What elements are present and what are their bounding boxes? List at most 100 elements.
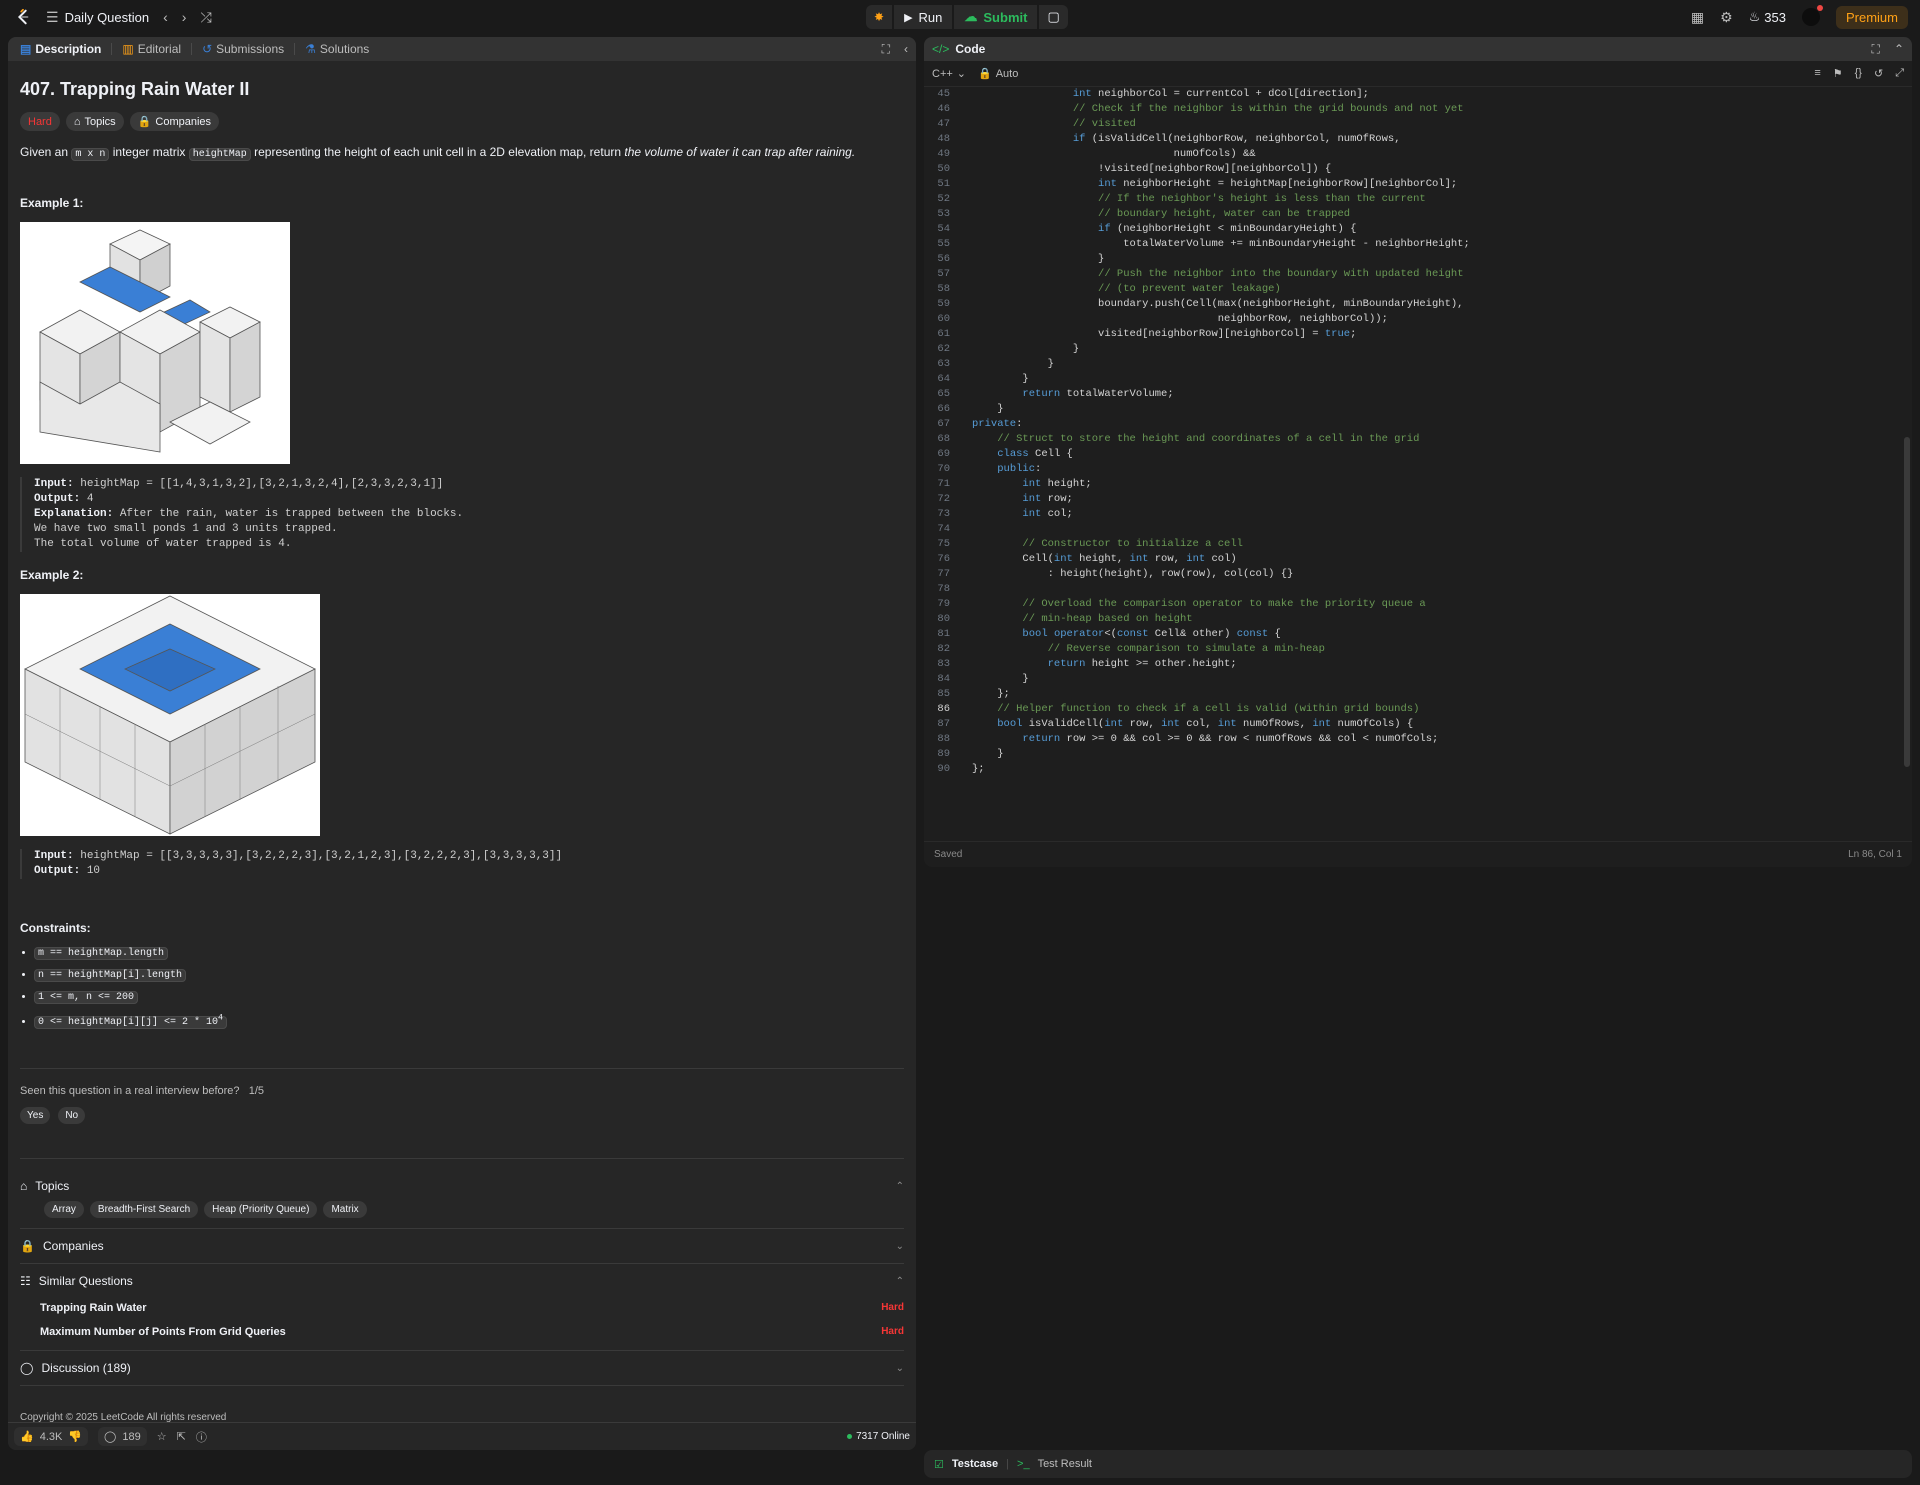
code-line[interactable]: 68 // Struct to store the height and coo…: [924, 432, 1904, 447]
thumbs-up-icon[interactable]: 👍: [20, 1430, 34, 1443]
similar-questions-accordion[interactable]: ☷ Similar Questions ⌃: [20, 1266, 904, 1296]
code-line[interactable]: 80 // min-heap based on height: [924, 612, 1904, 627]
similar-question-item[interactable]: Trapping Rain Water Hard: [20, 1296, 904, 1320]
code-line[interactable]: 90};: [924, 762, 1904, 777]
collapse-left-icon[interactable]: ‹: [904, 42, 908, 57]
code-line[interactable]: 72 int row;: [924, 492, 1904, 507]
topics-accordion[interactable]: ⌂ Topics ⌃: [20, 1171, 904, 1201]
code-line[interactable]: 81 bool operator<(const Cell& other) con…: [924, 627, 1904, 642]
code-line[interactable]: 54 if (neighborHeight < minBoundaryHeigh…: [924, 222, 1904, 237]
code-line[interactable]: 73 int col;: [924, 507, 1904, 522]
topic-tag[interactable]: Heap (Priority Queue): [204, 1201, 318, 1219]
topic-tag[interactable]: Matrix: [323, 1201, 367, 1219]
next-question-icon[interactable]: ›: [182, 9, 187, 25]
code-line[interactable]: 45 int neighborCol = currentCol + dCol[d…: [924, 87, 1904, 102]
code-line[interactable]: 84 }: [924, 672, 1904, 687]
help-icon[interactable]: ⓘ: [196, 1429, 207, 1445]
code-line[interactable]: 86 // Helper function to check if a cell…: [924, 702, 1904, 717]
code-line[interactable]: 82 // Reverse comparison to simulate a m…: [924, 642, 1904, 657]
code-line[interactable]: 57 // Push the neighbor into the boundar…: [924, 267, 1904, 282]
code-line[interactable]: 65 return totalWaterVolume;: [924, 387, 1904, 402]
code-line[interactable]: 46 // Check if the neighbor is within th…: [924, 102, 1904, 117]
tab-test-result[interactable]: Test Result: [1038, 1458, 1092, 1470]
code-line[interactable]: 63 }: [924, 357, 1904, 372]
discussion-accordion[interactable]: ◯ Discussion (189) ⌄: [20, 1353, 904, 1383]
code-line[interactable]: 70 public:: [924, 462, 1904, 477]
format-icon[interactable]: ≡: [1814, 67, 1820, 80]
notes-button[interactable]: ▢: [1039, 5, 1068, 29]
code-line[interactable]: 58 // (to prevent water leakage): [924, 282, 1904, 297]
streak-counter[interactable]: ♨ 353: [1749, 9, 1786, 25]
code-line[interactable]: 53 // boundary height, water can be trap…: [924, 207, 1904, 222]
editor-scrollbar[interactable]: [1904, 437, 1910, 767]
code-line[interactable]: 60 neighborRow, neighborCol));: [924, 312, 1904, 327]
maximize-icon[interactable]: ⛶: [882, 42, 890, 57]
code-line[interactable]: 62 }: [924, 342, 1904, 357]
no-button[interactable]: No: [58, 1107, 86, 1125]
code-line[interactable]: 47 // visited: [924, 117, 1904, 132]
code-editor[interactable]: 45 int neighborCol = currentCol + dCol[d…: [924, 87, 1904, 827]
code-line[interactable]: 51 int neighborHeight = heightMap[neighb…: [924, 177, 1904, 192]
maximize-icon[interactable]: ⛶: [1872, 42, 1880, 57]
companies-pill[interactable]: 🔒 Companies: [129, 112, 220, 131]
code-line[interactable]: 88 return row >= 0 && col >= 0 && row < …: [924, 732, 1904, 747]
premium-button[interactable]: Premium: [1835, 5, 1908, 29]
layout-grid-icon[interactable]: ▦: [1691, 9, 1704, 26]
code-line[interactable]: 52 // If the neighbor's height is less t…: [924, 192, 1904, 207]
code-line[interactable]: 64 }: [924, 372, 1904, 387]
thumbs-down-icon[interactable]: 👎: [68, 1430, 82, 1443]
code-line[interactable]: 76 Cell(int height, int row, int col): [924, 552, 1904, 567]
code-line[interactable]: 59 boundary.push(Cell(max(neighborHeight…: [924, 297, 1904, 312]
settings-gear-icon[interactable]: ⚙: [1720, 9, 1733, 26]
companies-accordion[interactable]: 🔒 Companies ⌄: [20, 1231, 904, 1261]
code-line[interactable]: 77 : height(height), row(row), col(col) …: [924, 567, 1904, 582]
daily-question-button[interactable]: ☰ Daily Question: [46, 9, 149, 26]
code-line[interactable]: 83 return height >= other.height;: [924, 657, 1904, 672]
similar-question-title[interactable]: Maximum Number of Points From Grid Queri…: [40, 1326, 286, 1338]
debug-button[interactable]: ✸: [866, 5, 893, 29]
similar-question-item[interactable]: Maximum Number of Points From Grid Queri…: [20, 1320, 904, 1344]
submit-button[interactable]: ☁ Submit: [954, 5, 1038, 29]
code-line[interactable]: 87 bool isValidCell(int row, int col, in…: [924, 717, 1904, 732]
bookmark-icon[interactable]: ⚑: [1833, 67, 1843, 80]
tab-description[interactable]: ▤ Description: [16, 42, 105, 56]
tab-solutions[interactable]: ⚗ Solutions: [301, 42, 373, 56]
code-line[interactable]: 50 !visited[neighborRow][neighborCol]) {: [924, 162, 1904, 177]
code-line[interactable]: 67 private:: [924, 417, 1904, 432]
code-line[interactable]: 75 // Constructor to initialize a cell: [924, 537, 1904, 552]
code-line[interactable]: 48 if (isValidCell(neighborRow, neighbor…: [924, 132, 1904, 147]
comments-button[interactable]: ◯ 189: [98, 1427, 147, 1446]
topics-pill[interactable]: ⌂ Topics: [65, 112, 124, 131]
code-line[interactable]: 49 numOfCols) &&: [924, 147, 1904, 162]
similar-question-title[interactable]: Trapping Rain Water: [40, 1302, 147, 1314]
share-icon[interactable]: ⇱: [177, 1430, 186, 1443]
language-select[interactable]: C++ ⌄: [932, 67, 966, 81]
code-line[interactable]: 79 // Overload the comparison operator t…: [924, 597, 1904, 612]
shuffle-icon[interactable]: ⤮: [200, 9, 211, 26]
tab-editorial[interactable]: ▥ Editorial: [118, 42, 185, 56]
code-line[interactable]: 61 visited[neighborRow][neighborCol] = t…: [924, 327, 1904, 342]
code-line[interactable]: 71 int height;: [924, 477, 1904, 492]
reset-icon[interactable]: ↺: [1874, 67, 1883, 80]
code-line[interactable]: 56 }: [924, 252, 1904, 267]
code-line[interactable]: 69 class Cell {: [924, 447, 1904, 462]
tab-testcase[interactable]: Testcase: [952, 1458, 998, 1470]
prev-question-icon[interactable]: ‹: [163, 9, 168, 25]
yes-button[interactable]: Yes: [20, 1107, 51, 1125]
auto-mode[interactable]: 🔒 Auto: [978, 67, 1018, 81]
code-line[interactable]: 74: [924, 522, 1904, 537]
avatar[interactable]: [1801, 5, 1823, 26]
code-line[interactable]: 85 };: [924, 687, 1904, 702]
braces-icon[interactable]: {}: [1855, 67, 1862, 80]
code-line[interactable]: 89 }: [924, 747, 1904, 762]
topic-tag[interactable]: Breadth-First Search: [89, 1201, 199, 1219]
collapse-up-icon[interactable]: ⌃: [1894, 42, 1904, 57]
leetcode-logo-icon[interactable]: [14, 8, 32, 26]
code-line[interactable]: 55 totalWaterVolume += minBoundaryHeight…: [924, 237, 1904, 252]
tab-submissions[interactable]: ↺ Submissions: [198, 42, 288, 56]
code-line[interactable]: 78: [924, 582, 1904, 597]
code-line[interactable]: 66 }: [924, 402, 1904, 417]
star-icon[interactable]: ☆: [157, 1430, 167, 1443]
topic-tag[interactable]: Array: [44, 1201, 84, 1219]
expand-icon[interactable]: ⤢: [1895, 67, 1904, 80]
